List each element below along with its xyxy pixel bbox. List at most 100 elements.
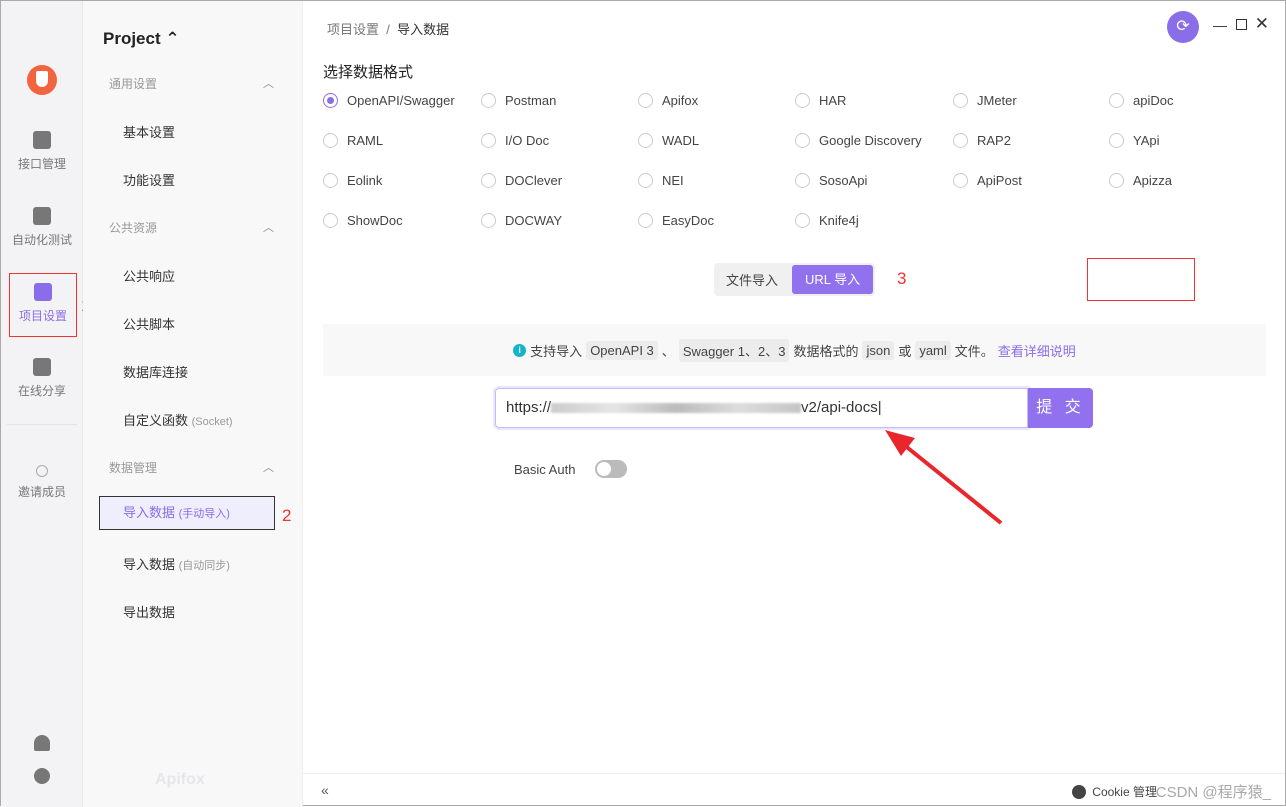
radio-circle[interactable] [323,133,338,148]
basic-auth-toggle[interactable] [595,460,627,478]
format-radio[interactable]: Google Discovery [795,133,922,148]
radio-circle[interactable] [638,133,653,148]
maximize-icon[interactable] [1236,19,1247,30]
format-radio[interactable]: ShowDoc [323,213,403,228]
group-data[interactable]: 数据管理 [109,459,157,476]
format-radio[interactable]: WADL [638,133,699,148]
project-settings-icon [34,283,52,301]
format-radio[interactable]: OpenAPI/Swagger [323,93,455,108]
submit-button[interactable]: 提 交 [1028,388,1093,428]
radio-circle[interactable] [795,93,810,108]
basic-auth-label: Basic Auth [514,462,576,477]
sync-icon[interactable]: ⟳ [1167,11,1199,43]
info-code: Swagger 1、2、3 [678,338,790,362]
minimize-icon[interactable]: — [1213,17,1227,33]
radio-circle[interactable] [323,213,338,228]
url-input[interactable]: https://v2/api-docs| [495,388,1028,428]
format-label: DOClever [505,173,563,188]
cookie-icon [1072,784,1087,799]
collapse-sidebar-button[interactable]: « [321,782,329,798]
settings-sidebar: Project ⌃ 通用设置 ︿ 基本设置 功能设置 公共资源 ︿ 公共响应 公共脚… [83,1,303,807]
sidebar-item-public-script[interactable]: 公共脚本 [123,314,175,333]
sidebar-item-public-response[interactable]: 公共响应 [123,266,175,285]
apifox-logo [27,65,57,95]
breadcrumb: 项目设置 / 导入数据 [327,19,449,38]
format-radio[interactable]: EasyDoc [638,213,714,228]
details-link[interactable]: 查看详细说明 [998,341,1076,360]
sidebar-item-database[interactable]: 数据库连接 [123,362,188,381]
url-prefix: https:// [506,399,552,416]
radio-circle[interactable] [481,173,496,188]
format-label: Knife4j [819,213,859,228]
radio-circle[interactable] [1109,133,1124,148]
breadcrumb-project-settings[interactable]: 项目设置 [327,22,379,37]
gear-icon[interactable] [34,768,50,784]
format-label: ApiPost [977,173,1022,188]
chevron-up-icon[interactable]: ︿ [263,75,274,91]
sidebar-item-custom-function[interactable]: 自定义函数 (Socket) [123,410,233,429]
close-icon[interactable]: ✕ [1255,14,1269,34]
radio-circle[interactable] [953,173,968,188]
info-text: 或 [898,343,912,359]
radio-circle[interactable] [1109,173,1124,188]
blurred-host [551,403,802,414]
format-label: Apizza [1133,173,1173,188]
rail-item-api[interactable]: 接口管理 [7,131,77,172]
sidebar-item-import-manual[interactable]: 导入数据 (手动导入) [99,496,275,530]
info-banner: i 支持导入 OpenAPI 3 、 Swagger 1、2、3 数据格式的 json… [323,324,1266,376]
rail-item-test[interactable]: 自动化测试 [7,207,77,248]
chevron-up-icon[interactable]: ︿ [263,459,274,475]
radio-circle[interactable] [638,93,653,108]
format-radio[interactable]: RAP2 [953,133,1011,148]
format-radio[interactable]: RAML [323,133,383,148]
radio-circle[interactable] [795,133,810,148]
format-label: EasyDoc [662,213,715,228]
radio-circle[interactable] [481,93,496,108]
group-general[interactable]: 通用设置 [109,75,157,92]
bell-icon[interactable] [34,735,50,751]
format-radio[interactable]: DOCWAY [481,213,562,228]
radio-circle[interactable] [481,133,496,148]
project-switcher[interactable]: Project ⌃ [103,29,180,49]
format-radio[interactable]: Apizza [1109,173,1172,188]
rail-item-project-settings[interactable]: 项目设置 [9,273,77,337]
main-panel: 项目设置 / 导入数据 ⟳ — ✕ 选择数据格式 OpenAPI/Swagger… [303,1,1285,807]
url-import-tab[interactable]: URL 导入 [792,265,874,294]
format-radio[interactable]: YApi [1109,133,1160,148]
radio-circle[interactable] [323,173,338,188]
format-radio[interactable]: NEI [638,173,684,188]
format-radio[interactable]: HAR [795,93,846,108]
format-radio[interactable]: Eolink [323,173,382,188]
rail-item-invite[interactable]: 邀请成员 [7,465,77,500]
radio-circle[interactable] [795,213,810,228]
format-label: ShowDoc [347,213,403,228]
cookie-manager-button[interactable]: Cookie 管理 [1072,783,1157,800]
group-public[interactable]: 公共资源 [109,219,157,236]
radio-circle[interactable] [323,93,338,108]
format-radio[interactable]: DOClever [481,173,562,188]
chevron-up-icon[interactable]: ︿ [263,219,274,235]
format-radio[interactable]: Postman [481,93,556,108]
format-radio[interactable]: Apifox [638,93,698,108]
radio-circle[interactable] [953,93,968,108]
radio-circle[interactable] [638,173,653,188]
radio-circle[interactable] [795,173,810,188]
format-radio[interactable]: SosoApi [795,173,867,188]
url-suffix: v2/api-docs [801,399,878,416]
sidebar-item-import-auto[interactable]: 导入数据 (自动同步) [123,554,230,573]
radio-circle[interactable] [1109,93,1124,108]
format-radio[interactable]: Knife4j [795,213,859,228]
format-radio[interactable]: ApiPost [953,173,1022,188]
radio-circle[interactable] [481,213,496,228]
sidebar-item-export[interactable]: 导出数据 [123,602,175,621]
format-radio[interactable]: JMeter [953,93,1017,108]
radio-circle[interactable] [953,133,968,148]
format-radio[interactable]: I/O Doc [481,133,549,148]
format-radio[interactable]: apiDoc [1109,93,1173,108]
info-text: 数据格式的 [793,343,859,359]
sidebar-item-features[interactable]: 功能设置 [123,170,175,189]
rail-item-share[interactable]: 在线分享 [7,358,77,399]
radio-circle[interactable] [638,213,653,228]
sidebar-item-basic[interactable]: 基本设置 [123,122,175,141]
file-import-tab[interactable]: 文件导入 [726,270,778,289]
